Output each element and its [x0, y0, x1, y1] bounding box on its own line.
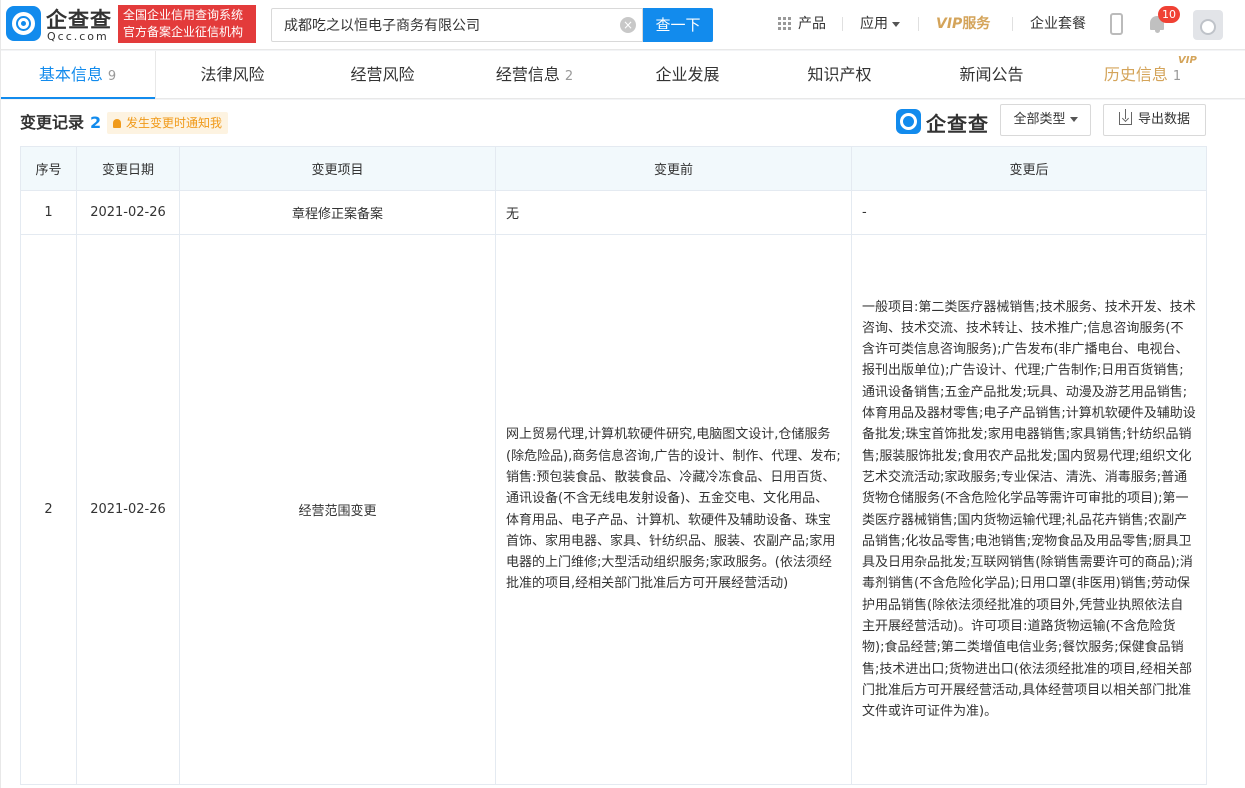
- col-header-after: 变更后: [851, 146, 1207, 191]
- cell-item: 章程修正案备案: [179, 190, 496, 235]
- search-input[interactable]: [272, 9, 612, 41]
- table-row: 2 2021-02-26 经营范围变更 网上贸易代理,计算机软硬件研究,电脑图文…: [20, 234, 1207, 785]
- bell-icon: [113, 119, 121, 128]
- table-header-row: 序号 变更日期 变更项目 变更前 变更后: [20, 146, 1207, 191]
- active-tab-indicator: [0, 97, 155, 99]
- page-edge: [0, 0, 1, 788]
- section-count: 2: [90, 113, 102, 132]
- tab-basic-info[interactable]: 基本信息 9: [0, 51, 155, 99]
- qcc-logo-icon: [896, 109, 921, 134]
- table-row: 1 2021-02-26 章程修正案备案 无 -: [20, 190, 1207, 235]
- cell-before: 无: [495, 190, 852, 235]
- official-tagline: 全国企业信用查询系统 官方备案企业征信机构: [118, 5, 256, 43]
- type-filter-dropdown[interactable]: 全部类型: [1000, 104, 1091, 136]
- tab-legal-risk[interactable]: 法律风险: [160, 51, 305, 99]
- nav-product[interactable]: 产品: [798, 14, 826, 34]
- cell-item: 经营范围变更: [179, 234, 496, 785]
- nav-enterprise[interactable]: 企业套餐: [1030, 14, 1086, 34]
- mobile-app-icon[interactable]: [1110, 13, 1123, 35]
- tab-label: 新闻公告: [959, 65, 1024, 84]
- notify-on-change-button[interactable]: 发生变更时通知我: [107, 112, 229, 134]
- cell-after: -: [851, 190, 1207, 235]
- export-data-button[interactable]: 导出数据: [1103, 104, 1206, 136]
- watermark-text: 企查查: [926, 112, 989, 136]
- change-records-panel: 变更记录 2 发生变更时通知我 企查查 全部类型 导出数据 序号 变更日期 变更项…: [0, 100, 1245, 788]
- tab-label: 历史信息: [1103, 65, 1168, 84]
- logo-domain: Qcc.com: [47, 30, 109, 43]
- notify-label: 发生变更时通知我: [126, 116, 223, 130]
- nav-vip-service[interactable]: VIP服务: [936, 14, 990, 34]
- section-title-label: 变更记录: [20, 113, 85, 132]
- top-header: 企查查 Qcc.com 全国企业信用查询系统 官方备案企业征信机构 × 查一下 …: [0, 0, 1245, 50]
- col-header-index: 序号: [20, 146, 77, 191]
- clear-icon[interactable]: ×: [620, 17, 636, 33]
- chevron-down-icon: [1069, 117, 1078, 122]
- nav-divider: [1012, 17, 1013, 31]
- tab-news[interactable]: 新闻公告: [919, 51, 1064, 99]
- tab-label: 经营信息: [495, 65, 560, 84]
- cell-index: 2: [20, 234, 77, 785]
- cell-after: 一般项目:第二类医疗器械销售;技术服务、技术开发、技术咨询、技术交流、技术转让、…: [851, 234, 1207, 785]
- cell-index: 1: [20, 190, 77, 235]
- vip-tag: VIP: [1178, 55, 1197, 66]
- tagline-line-1: 全国企业信用查询系统: [123, 8, 244, 22]
- vip-label: VIP: [936, 16, 963, 32]
- col-header-before: 变更前: [495, 146, 852, 191]
- search-box: ×: [271, 8, 643, 42]
- tab-divider: [155, 51, 156, 99]
- qcc-logo-icon: [6, 6, 41, 41]
- export-label: 导出数据: [1137, 112, 1190, 127]
- qcc-logo[interactable]: 企查查 Qcc.com: [6, 5, 114, 45]
- tab-label: 法律风险: [200, 65, 265, 84]
- tab-count: 1: [1172, 69, 1182, 84]
- tab-count: 9: [107, 69, 117, 84]
- tab-business-risk[interactable]: 经营风险: [310, 51, 455, 99]
- download-icon: [1118, 109, 1132, 125]
- nav-divider: [842, 17, 843, 31]
- tab-development[interactable]: 企业发展: [615, 51, 760, 99]
- nav-apps-label: 应用: [860, 16, 888, 32]
- notification-badge: 10: [1158, 6, 1180, 23]
- tab-label: 经营风险: [350, 65, 415, 84]
- vip-service-label: 服务: [962, 16, 991, 32]
- tab-label: 基本信息: [38, 65, 103, 84]
- tab-count: 2: [564, 69, 574, 84]
- company-tabs: 基本信息 9 法律风险 经营风险 经营信息 2 企业发展 知识产权 新闻公告 历史信…: [0, 51, 1245, 99]
- cell-date: 2021-02-26: [76, 234, 180, 785]
- grid-icon: [778, 17, 791, 30]
- tab-label: 知识产权: [807, 65, 872, 84]
- cell-date: 2021-02-26: [76, 190, 180, 235]
- chevron-down-icon: [892, 21, 900, 27]
- type-filter-label: 全部类型: [1013, 112, 1066, 127]
- nav-apps[interactable]: 应用: [860, 14, 900, 34]
- avatar[interactable]: [1193, 10, 1223, 40]
- cell-before: 网上贸易代理,计算机软硬件研究,电脑图文设计,仓储服务(除危险品),商务信息咨询…: [495, 234, 852, 785]
- nav-divider: [918, 17, 919, 31]
- section-title: 变更记录 2: [20, 112, 101, 134]
- tab-business-info[interactable]: 经营信息 2: [462, 51, 607, 99]
- tab-ip[interactable]: 知识产权: [767, 51, 912, 99]
- tagline-line-2: 官方备案企业征信机构: [123, 25, 244, 39]
- col-header-item: 变更项目: [179, 146, 496, 191]
- search-button[interactable]: 查一下: [643, 8, 713, 42]
- change-records-table: 序号 变更日期 变更项目 变更前 变更后 1 2021-02-26 章程修正案备…: [20, 146, 1207, 785]
- tab-label: 企业发展: [655, 65, 720, 84]
- col-header-date: 变更日期: [76, 146, 180, 191]
